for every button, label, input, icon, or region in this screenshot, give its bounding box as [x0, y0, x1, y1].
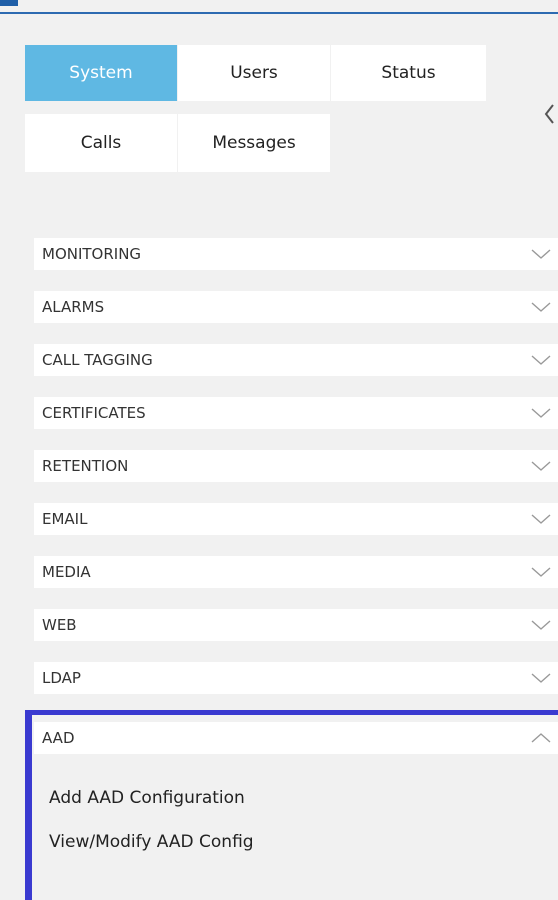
chevron-down-icon [531, 673, 551, 683]
accordion-label: MEDIA [42, 563, 91, 581]
chevron-down-icon [531, 302, 551, 312]
chevron-left-icon[interactable] [537, 99, 558, 129]
accordion-item-media[interactable]: MEDIA [34, 556, 558, 588]
accordion-label: WEB [42, 616, 77, 634]
accordion-item-aad[interactable]: AAD [34, 722, 558, 754]
tab-system[interactable]: System [25, 45, 177, 101]
tab-system-label: System [69, 63, 133, 83]
header-stub [0, 0, 18, 6]
accordion-item-call-tagging[interactable]: CALL TAGGING [34, 344, 558, 376]
chevron-down-icon [531, 514, 551, 524]
accordion-item-alarms[interactable]: ALARMS [34, 291, 558, 323]
chevron-down-icon [531, 620, 551, 630]
accordion-item-email[interactable]: EMAIL [34, 503, 558, 535]
accordion-label: RETENTION [42, 457, 129, 475]
accordion-label: AAD [42, 729, 75, 747]
tab-status[interactable]: Status [331, 45, 486, 101]
chevron-down-icon [531, 567, 551, 577]
add-aad-configuration-link[interactable]: Add AAD Configuration [49, 788, 245, 808]
accordion-label: CALL TAGGING [42, 351, 153, 369]
accordion-item-certificates[interactable]: CERTIFICATES [34, 397, 558, 429]
accordion-label: CERTIFICATES [42, 404, 146, 422]
tab-users[interactable]: Users [178, 45, 330, 101]
tab-status-label: Status [381, 63, 436, 83]
chevron-down-icon [531, 461, 551, 471]
tab-users-label: Users [230, 63, 278, 83]
tab-messages[interactable]: Messages [178, 114, 330, 172]
accordion-label: ALARMS [42, 298, 105, 316]
chevron-up-icon [531, 733, 551, 743]
accordion-label: LDAP [42, 669, 81, 687]
tab-calls-label: Calls [80, 133, 122, 153]
accordion-label: MONITORING [42, 245, 142, 263]
chevron-down-icon [531, 408, 551, 418]
accordion-item-retention[interactable]: RETENTION [34, 450, 558, 482]
accordion-label: EMAIL [42, 510, 88, 528]
view-modify-aad-config-link[interactable]: View/Modify AAD Config [49, 832, 254, 852]
tab-messages-label: Messages [212, 133, 296, 153]
chevron-down-icon [531, 249, 551, 259]
chevron-down-icon [531, 355, 551, 365]
accordion-item-web[interactable]: WEB [34, 609, 558, 641]
header-divider [0, 12, 558, 14]
accordion-item-ldap[interactable]: LDAP [34, 662, 558, 694]
accordion-item-monitoring[interactable]: MONITORING [34, 238, 558, 270]
tab-calls[interactable]: Calls [25, 114, 177, 172]
